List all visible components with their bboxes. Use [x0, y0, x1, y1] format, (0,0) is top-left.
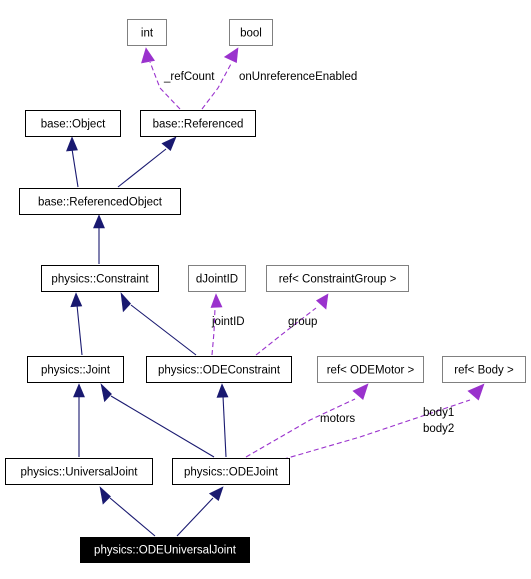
class-nodes: int bool base::Object base::Referenced b…: [5, 19, 526, 563]
edge-referencedobject-to-referenced: [117, 136, 177, 188]
node-base-object[interactable]: base::Object: [25, 110, 121, 137]
edge-label-body1: body1: [423, 407, 454, 419]
node-label-physics-constraint: physics::Constraint: [51, 274, 149, 286]
node-int[interactable]: int: [127, 19, 167, 46]
edge-odejoint-to-joint: [100, 383, 215, 458]
node-label-bool: bool: [240, 28, 262, 40]
uml-class-diagram: _refCount onUnreferenceEnabled jointID g…: [0, 0, 531, 579]
node-physics-universaljoint[interactable]: physics::UniversalJoint: [5, 458, 153, 485]
edge-odejoint-to-odeconstraint: [216, 383, 229, 458]
edge-label-refcount: _refCount: [163, 71, 215, 83]
node-bool[interactable]: bool: [229, 19, 273, 46]
edge-joint-to-constraint: [70, 292, 83, 356]
edge-label-body2: body2: [423, 423, 454, 435]
edge-label-onunreferenceenabled: onUnreferenceEnabled: [239, 71, 357, 83]
edge-label-group: group: [288, 316, 317, 328]
node-physics-odeconstraint[interactable]: physics::ODEConstraint: [146, 356, 292, 383]
node-label-base-referenced: base::Referenced: [153, 119, 244, 131]
node-ref-body[interactable]: ref< Body >: [442, 356, 526, 383]
node-ref-odemotor[interactable]: ref< ODEMotor >: [317, 356, 424, 383]
node-djointid[interactable]: dJointID: [188, 265, 246, 292]
edge-referencedobject-to-object: [66, 136, 79, 188]
node-label-int: int: [141, 28, 154, 40]
node-physics-joint[interactable]: physics::Joint: [27, 356, 124, 383]
node-physics-odejoint[interactable]: physics::ODEJoint: [172, 458, 290, 485]
edge-label-jointid: jointID: [211, 316, 245, 328]
node-label-ref-body: ref< Body >: [454, 365, 514, 377]
node-label-physics-universaljoint: physics::UniversalJoint: [21, 467, 139, 479]
node-label-physics-odeuniversaljoint: physics::ODEUniversalJoint: [94, 545, 237, 557]
node-label-djointid: dJointID: [196, 274, 238, 286]
edge-odeconstraint-to-constraint: [120, 292, 197, 356]
node-physics-odeuniversaljoint[interactable]: physics::ODEUniversalJoint: [80, 537, 250, 563]
node-label-physics-odejoint: physics::ODEJoint: [184, 467, 279, 479]
node-label-physics-odeconstraint: physics::ODEConstraint: [158, 365, 281, 377]
node-base-referenced[interactable]: base::Referenced: [140, 110, 256, 137]
edge-odeuniversaljoint-to-odejoint: [176, 486, 224, 537]
node-label-ref-constraintgroup: ref< ConstraintGroup >: [279, 274, 397, 286]
edge-universaljoint-to-joint: [73, 383, 85, 457]
node-ref-constraintgroup[interactable]: ref< ConstraintGroup >: [266, 265, 409, 292]
node-label-base-object: base::Object: [41, 119, 106, 131]
edge-constraint-to-referencedobject: [93, 214, 105, 264]
node-label-base-referencedobject: base::ReferencedObject: [38, 197, 163, 209]
node-label-physics-joint: physics::Joint: [41, 365, 111, 377]
diagram-canvas: _refCount onUnreferenceEnabled jointID g…: [5, 19, 526, 563]
node-label-ref-odemotor: ref< ODEMotor >: [327, 365, 415, 377]
edge-label-motors: motors: [320, 413, 355, 425]
edge-odeuniversaljoint-to-universaljoint: [99, 486, 156, 537]
node-physics-constraint[interactable]: physics::Constraint: [41, 265, 159, 292]
node-base-referencedobject[interactable]: base::ReferencedObject: [19, 188, 181, 215]
